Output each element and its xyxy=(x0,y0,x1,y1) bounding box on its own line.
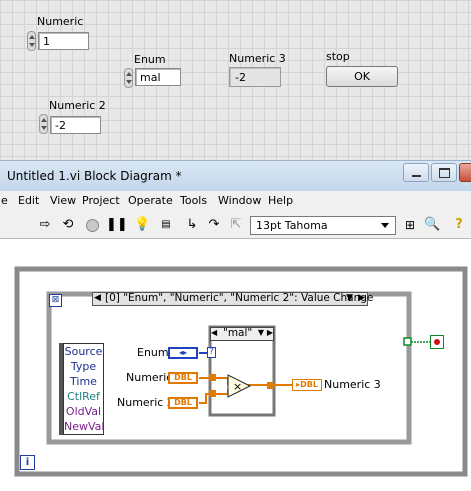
event-next-arrow-icon[interactable]: ▶ xyxy=(358,293,365,303)
minimize-button[interactable] xyxy=(403,163,429,182)
event-field-newval: NewVal xyxy=(64,420,105,433)
event-field-oldval: OldVal xyxy=(65,405,102,418)
numeric3-terminal[interactable]: ▸DBL xyxy=(292,379,322,391)
case-selector-label: "mal" xyxy=(223,327,253,339)
enum-control[interactable]: mal xyxy=(135,68,181,86)
numeric3-indicator: -2 xyxy=(229,67,281,87)
align-objects-icon[interactable]: ⊞ xyxy=(402,217,418,233)
numeric-label: Numeric xyxy=(37,15,84,28)
event-dropdown-icon[interactable]: ▼ xyxy=(346,293,353,303)
run-continuously-icon[interactable]: ⟲ xyxy=(60,217,76,233)
window-title: Untitled 1.vi Block Diagram * xyxy=(7,169,182,183)
case-prev-arrow-icon[interactable]: ◀ xyxy=(211,328,217,337)
menu-view[interactable]: View xyxy=(50,194,76,207)
highlight-execution-icon[interactable]: 💡 xyxy=(134,217,150,233)
enum-terminal-label: Enum xyxy=(137,346,169,359)
numeric3-label: Numeric 3 xyxy=(229,52,286,65)
block-diagram: × ⊠ ◀ [0] "Enum", "Numeric", "Numeric 2"… xyxy=(0,239,471,491)
case-selector[interactable]: ◀ "mal" ▼ ▶ xyxy=(210,327,274,341)
step-over-icon[interactable]: ↷ xyxy=(206,217,222,233)
font-selector[interactable]: 13pt Tahoma xyxy=(250,216,396,235)
multiply-symbol: × xyxy=(233,380,242,393)
numeric2-terminal[interactable]: DBL xyxy=(168,397,198,409)
menu-help[interactable]: Help xyxy=(268,194,293,207)
context-help-icon[interactable]: ? xyxy=(451,217,467,233)
step-out-icon[interactable]: ⇱ xyxy=(228,217,244,233)
toolbar: ⇨ ⟲ ❚❚ 💡 ▤ ↳ ↷ ⇱ 13pt Tahoma ⊞ 🔍 ? xyxy=(0,212,471,239)
stop-label: stop xyxy=(326,50,350,63)
search-icon[interactable]: 🔍 xyxy=(424,217,440,233)
iteration-terminal: i xyxy=(20,455,35,470)
event-field-time: Time xyxy=(70,375,97,388)
numeric-tunnel xyxy=(209,374,216,381)
retain-wire-values-icon[interactable]: ▤ xyxy=(158,217,174,233)
numeric2-tunnel xyxy=(209,390,216,397)
stop-icon xyxy=(434,339,440,345)
chevron-down-icon xyxy=(381,223,389,228)
event-field-ctlref: CtlRef xyxy=(67,390,100,403)
menu-tools[interactable]: Tools xyxy=(180,194,207,207)
stop-tunnel xyxy=(403,337,412,346)
event-field-source: Source xyxy=(64,345,103,358)
event-prev-arrow-icon[interactable]: ◀ xyxy=(94,293,101,303)
numeric3-terminal-label: Numeric 3 xyxy=(324,378,381,391)
enum-label: Enum xyxy=(134,53,166,66)
close-window-button[interactable] xyxy=(459,163,471,182)
output-tunnel xyxy=(267,382,274,389)
menu-project[interactable]: Project xyxy=(82,194,120,207)
numeric-input[interactable]: 1 xyxy=(38,32,89,50)
menu-operate[interactable]: Operate xyxy=(128,194,173,207)
dynamic-event-icon: ⊠ xyxy=(49,294,62,307)
menu-window[interactable]: Window xyxy=(218,194,261,207)
enum-increment[interactable] xyxy=(124,68,133,88)
stop-terminal[interactable] xyxy=(430,335,444,349)
numeric2-increment[interactable] xyxy=(39,114,48,134)
case-selector-terminal: ? xyxy=(207,347,216,358)
event-selector[interactable]: ◀ [0] "Enum", "Numeric", "Numeric 2": Va… xyxy=(92,292,373,306)
menu-file[interactable]: e xyxy=(1,194,8,207)
numeric-increment[interactable] xyxy=(27,31,36,51)
numeric2-input[interactable]: -2 xyxy=(50,116,101,134)
step-into-icon[interactable]: ↳ xyxy=(184,217,200,233)
event-data-node[interactable]: Source Type Time CtlRef OldVal NewVal xyxy=(63,343,104,435)
pause-icon[interactable]: ❚❚ xyxy=(106,217,128,233)
numeric-terminal[interactable]: DBL xyxy=(168,372,198,384)
numeric-terminal-label: Numeric xyxy=(126,371,173,384)
case-dropdown-icon[interactable]: ▼ xyxy=(258,328,264,337)
window-titlebar: Untitled 1.vi Block Diagram * xyxy=(0,160,471,191)
maximize-button[interactable] xyxy=(431,163,457,182)
event-field-type: Type xyxy=(70,360,97,373)
enum-terminal[interactable]: ◂▸ xyxy=(168,347,198,359)
numeric2-terminal-label: Numeric 2 xyxy=(117,396,174,409)
run-arrow-icon[interactable]: ⇨ xyxy=(37,217,53,233)
menu-bar: e Edit View Project Operate Tools Window… xyxy=(0,191,471,212)
front-panel: Numeric 1 Enum mal Numeric 3 -2 stop OK … xyxy=(0,0,471,160)
case-next-arrow-icon[interactable]: ▶ xyxy=(267,328,273,337)
numeric2-label: Numeric 2 xyxy=(49,99,106,112)
numeric3-terminal-tag: DBL xyxy=(300,380,318,389)
menu-edit[interactable]: Edit xyxy=(18,194,39,207)
abort-icon[interactable] xyxy=(84,217,100,233)
font-selector-value: 13pt Tahoma xyxy=(256,219,328,232)
event-case-label: [0] "Enum", "Numeric", "Numeric 2": Valu… xyxy=(105,292,374,304)
stop-button[interactable]: OK xyxy=(326,66,398,87)
